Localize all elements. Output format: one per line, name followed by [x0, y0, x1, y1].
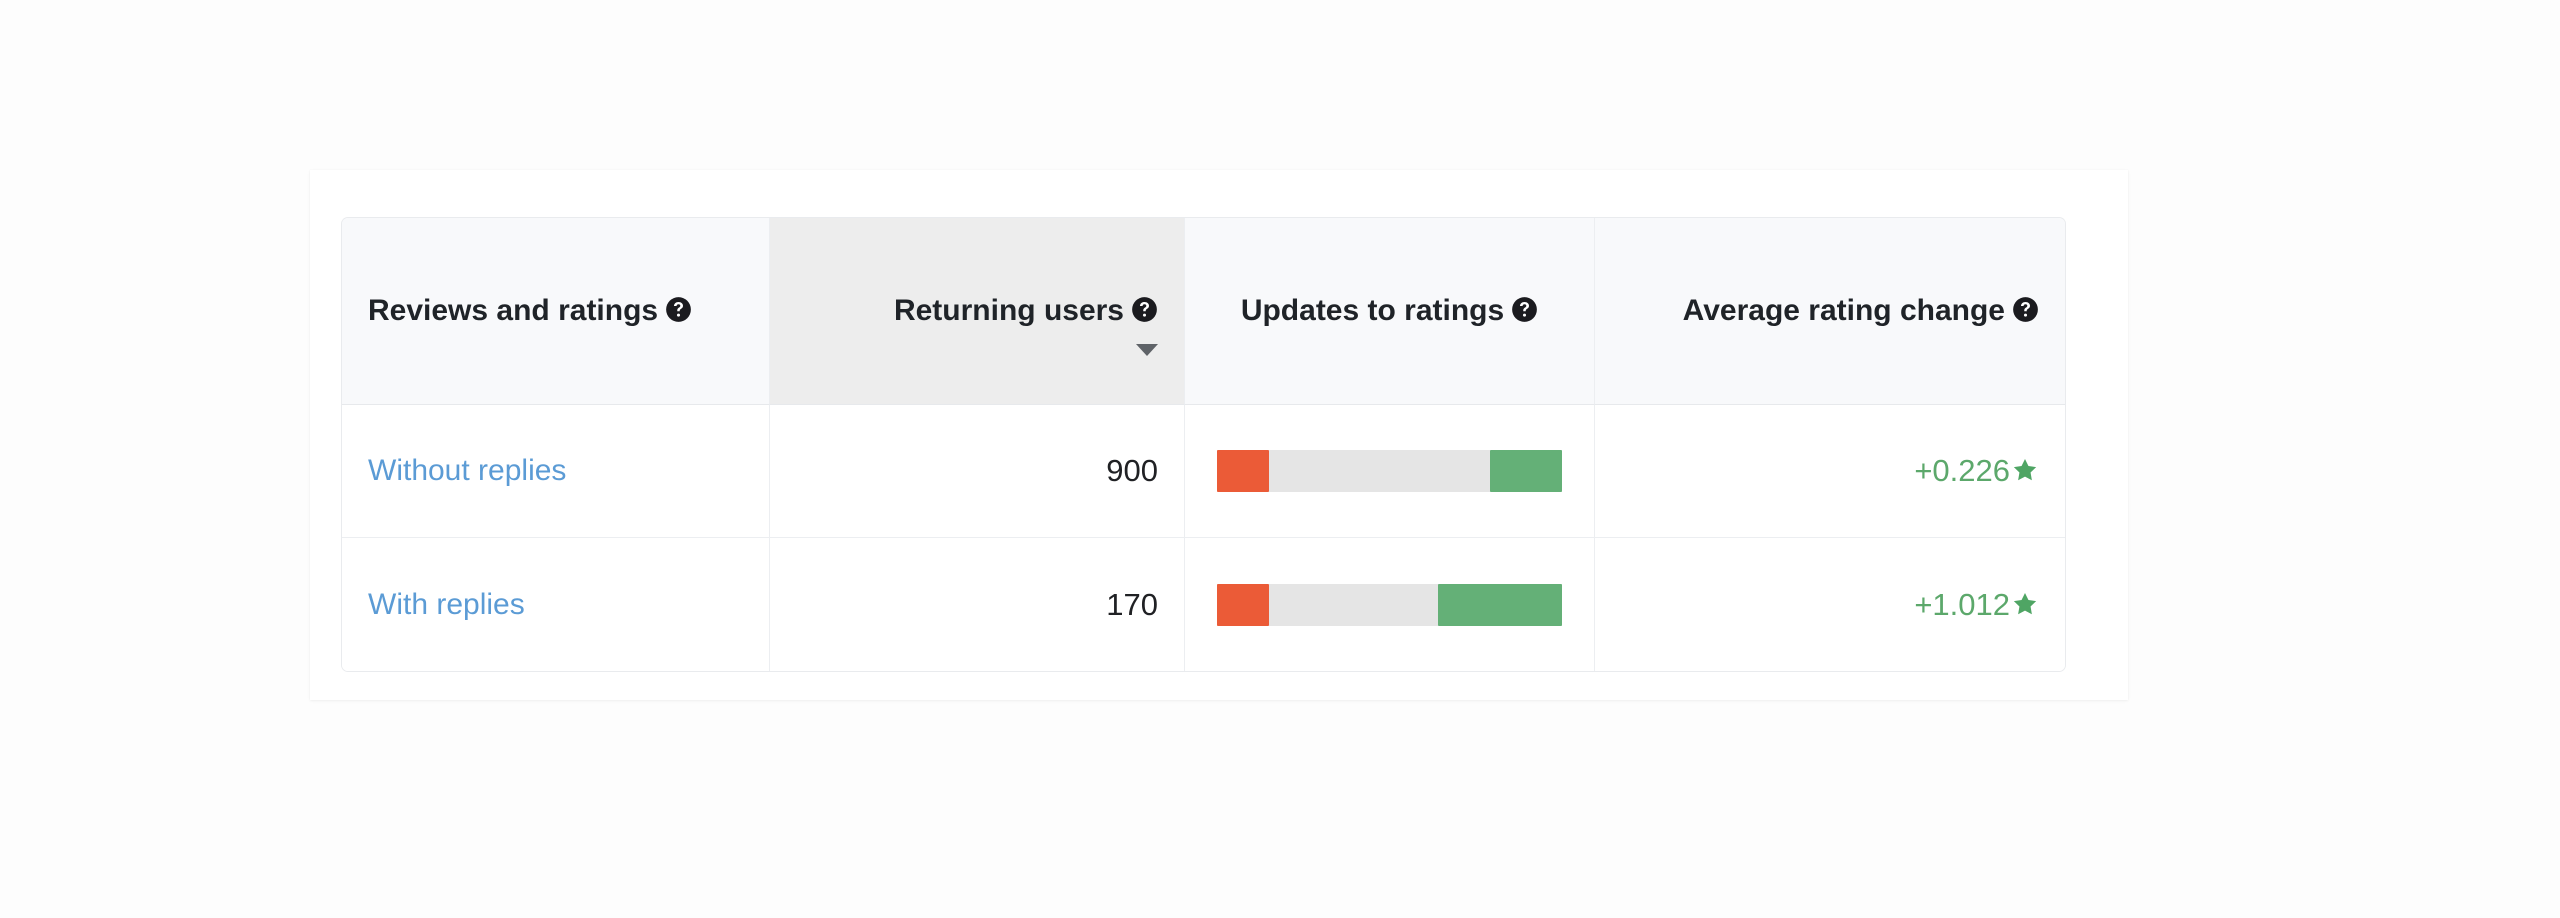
bar-segment-positive [1489, 450, 1562, 492]
bar-segment-positive [1437, 583, 1562, 626]
column-header-reviews-and-ratings[interactable]: Reviews and ratings [342, 218, 770, 405]
rating-change-value-group: +0.226 [1914, 453, 2039, 488]
table-body: Without replies 900 +0.226 With replies … [342, 405, 2065, 671]
row-link-without-replies[interactable]: Without replies [368, 454, 566, 487]
table-header-row: Reviews and ratings Returning users Upda… [342, 218, 2065, 405]
returning-users-value: 170 [1106, 586, 1158, 622]
report-card-panel: Reviews and ratings Returning users Upda… [310, 170, 2128, 700]
returning-users-cell: 900 [770, 405, 1185, 538]
stacked-bar-chart [1217, 450, 1562, 492]
help-circle-icon[interactable] [665, 296, 692, 323]
average-rating-change-cell: +0.226 [1595, 405, 2065, 538]
column-header-label: Updates to ratings [1240, 294, 1505, 328]
returning-users-cell: 170 [770, 538, 1185, 671]
star-filled-icon [2011, 456, 2039, 484]
reviews-ratings-table: Reviews and ratings Returning users Upda… [342, 218, 2065, 671]
column-header-label: Returning users [893, 294, 1124, 328]
help-circle-icon[interactable] [1131, 296, 1158, 323]
rating-change-value: +1.012 [1914, 586, 2010, 622]
updates-to-ratings-cell [1185, 405, 1595, 538]
table-row: With replies 170 +1.012 [342, 538, 2065, 671]
column-header-returning-users[interactable]: Returning users [770, 218, 1185, 405]
rating-change-value: +0.226 [1914, 453, 2010, 488]
table-row: Without replies 900 +0.226 [342, 405, 2065, 538]
table-header: Reviews and ratings Returning users Upda… [342, 218, 2065, 405]
average-rating-change-cell: +1.012 [1595, 538, 2065, 671]
star-filled-icon [2011, 590, 2039, 618]
rating-change-value-group: +1.012 [1914, 587, 2039, 622]
column-header-label: Reviews and ratings [368, 294, 659, 328]
bar-segment-negative [1217, 450, 1269, 492]
help-circle-icon[interactable] [1511, 296, 1538, 323]
help-circle-icon[interactable] [2012, 296, 2039, 323]
column-header-average-rating-change[interactable]: Average rating change [1595, 218, 2065, 405]
row-label-cell: With replies [342, 538, 770, 671]
column-header-label: Average rating change [1682, 294, 2005, 328]
column-header-updates-to-ratings[interactable]: Updates to ratings [1185, 218, 1595, 405]
updates-to-ratings-cell [1185, 538, 1595, 671]
returning-users-value: 900 [1106, 453, 1158, 488]
row-label-cell: Without replies [342, 405, 770, 538]
bar-segment-negative [1217, 583, 1269, 626]
stacked-bar-chart [1217, 583, 1562, 626]
row-link-with-replies[interactable]: With replies [368, 588, 525, 621]
caret-down-icon[interactable] [1136, 344, 1158, 356]
